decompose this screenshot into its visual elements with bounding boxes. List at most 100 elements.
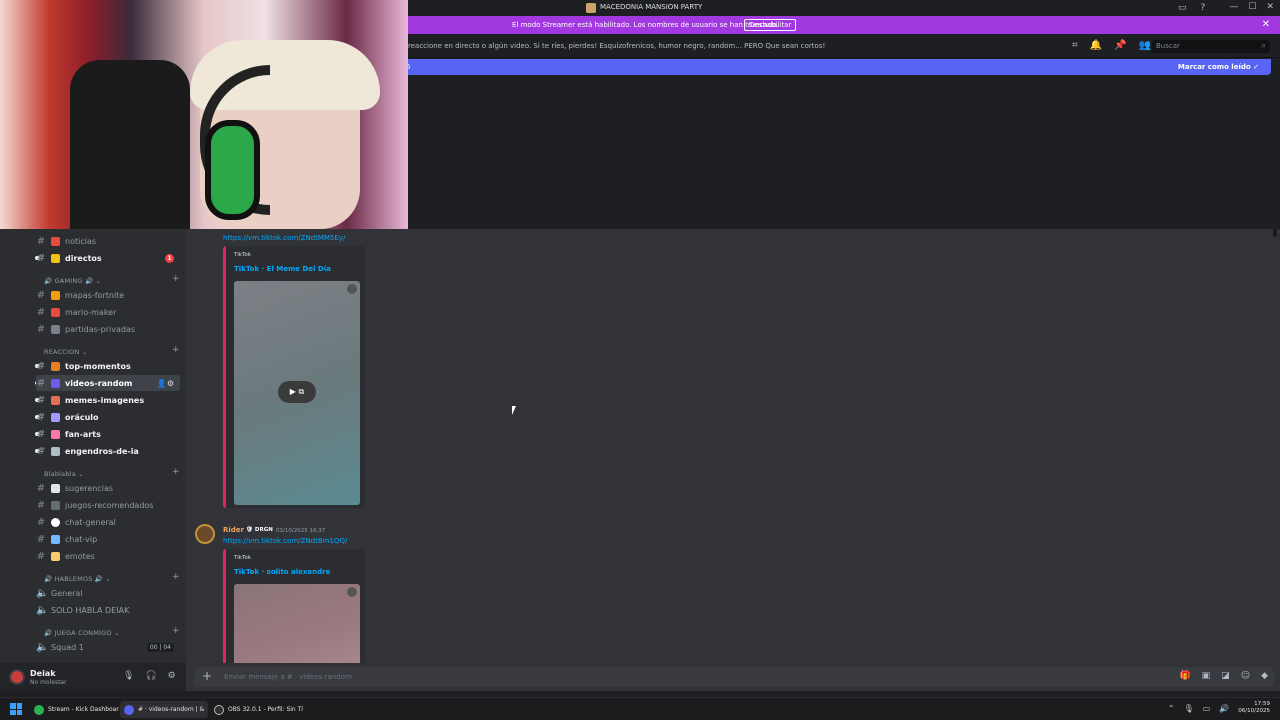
message-link[interactable]: https://vm.tiktok.com/ZNdtMM5Ey/ [223, 234, 345, 242]
mark-as-read-button[interactable]: Marcar como leído ✓ [1178, 63, 1259, 71]
hash-icon: # [36, 411, 46, 423]
channel-sidebar: # noticias # directos 1 🔊 GAMING 🔊 ⌄ + #… [0, 229, 186, 663]
fire-icon [51, 361, 60, 371]
channel-fan-arts[interactable]: # fan-arts [36, 426, 180, 442]
gear-icon[interactable]: ⚙ [168, 671, 176, 681]
taskbar-app-discord[interactable]: # · videos-random | & [120, 701, 209, 718]
pin-icon[interactable]: 📌 [1114, 40, 1126, 51]
hash-icon: # [36, 533, 46, 545]
minimize-button[interactable]: — [1229, 2, 1238, 12]
maximize-button[interactable]: ☐ [1248, 2, 1256, 12]
headset-earcup [205, 120, 260, 220]
close-banner-icon[interactable]: ✕ [1262, 19, 1270, 30]
mouse-cursor-icon [512, 406, 516, 415]
channel-sugerencias[interactable]: # sugerencias [36, 480, 180, 496]
channel-directos[interactable]: # directos 1 [36, 250, 180, 266]
windows-start-icon[interactable] [10, 703, 22, 715]
channel-juegos-recomendados[interactable]: # juegos-recomendados [36, 497, 180, 513]
chevron-up-icon[interactable]: ⌃ [1168, 704, 1175, 713]
channel-mario-maker[interactable]: # mario-maker [36, 304, 180, 320]
channel-topic[interactable]: reaccione en directo o algún video. Si t… [408, 42, 825, 50]
avatar[interactable] [195, 524, 215, 544]
add-channel-icon[interactable]: + [172, 467, 180, 477]
play-button[interactable]: ▶ ⧉ [278, 381, 316, 403]
emoji-icon [51, 236, 60, 246]
taskbar-app-obs[interactable]: OBS 32.0.1 - Perfil: Sin Tí [210, 701, 307, 718]
category-hablemos[interactable]: 🔊 HABLEMOS 🔊 ⌄ [44, 575, 111, 583]
channel-chat-general[interactable]: # chat-general [36, 514, 180, 530]
volume-icon[interactable]: 🔊 [1219, 704, 1229, 713]
video-thumbnail[interactable] [234, 584, 360, 663]
hash-icon: # [36, 499, 46, 511]
channel-label: mapas-fortnite [65, 290, 125, 300]
add-channel-icon[interactable]: + [172, 345, 180, 355]
emoji-icon[interactable]: ☺ [1241, 671, 1250, 681]
username[interactable]: Deiak [30, 669, 56, 678]
message-input[interactable]: + Enviar mensaje a # · videos-random 🎁 ▣… [194, 667, 1274, 687]
gear-icon[interactable]: 👤⚙ [157, 379, 174, 388]
close-button[interactable]: ✕ [1266, 2, 1274, 12]
channel-engendros-de-ia[interactable]: # engendros-de-ia [36, 443, 180, 459]
external-link-icon[interactable] [347, 284, 357, 294]
add-channel-icon[interactable]: + [172, 626, 180, 636]
headphones-icon[interactable]: 🎧 [145, 671, 156, 681]
disable-streamer-button[interactable]: Deshabilitar [744, 19, 797, 31]
embed-title[interactable]: TikTok · El Meme Del Día [234, 265, 331, 273]
browser-icon [34, 704, 44, 715]
add-attachment-icon[interactable]: + [202, 669, 212, 683]
category-juega-conmigo[interactable]: 🔊 JUEGA CONMIGO ⌄ [44, 629, 120, 637]
clock[interactable]: 17:59 06/10/2025 [1238, 701, 1270, 715]
voice-channel-solo-habla-deiak[interactable]: 🔈 SOLO HABLA DEIAK [36, 602, 180, 618]
category-reaccion[interactable]: REACCION ⌄ [44, 348, 87, 356]
channel-partidas-privadas[interactable]: # partidas-privadas [36, 321, 180, 337]
members-icon[interactable]: 👥 [1139, 40, 1151, 51]
channel-oraculo[interactable]: # oráculo [36, 409, 180, 425]
clock-time: 17:59 [1254, 701, 1270, 707]
channel-memes-imagenes[interactable]: # memes-imagenes [36, 392, 180, 408]
help-icon[interactable]: ? [1201, 3, 1206, 13]
add-channel-icon[interactable]: + [172, 274, 180, 284]
category-blablabla[interactable]: Blablabla ⌄ [44, 470, 84, 478]
microphone-icon[interactable]: 🎙 [123, 671, 134, 681]
channel-emotes[interactable]: # emotes [36, 548, 180, 564]
hash-icon: # [36, 252, 46, 264]
embed-provider: TikTok [234, 555, 251, 561]
channel-top-momentos[interactable]: # top-momentos [36, 358, 180, 374]
channel-label: top-momentos [65, 361, 131, 371]
video-thumbnail[interactable]: ▶ ⧉ [234, 281, 360, 505]
message-author[interactable]: Rider [223, 526, 244, 534]
speaker-icon: 🔈 [36, 587, 49, 599]
hash-icon: # [36, 445, 46, 457]
user-panel: Deiak No molestar 🎙 🎧 ⚙ [0, 663, 186, 691]
gift-icon[interactable]: 🎁 [1179, 671, 1190, 681]
threads-icon[interactable]: ⌗ [1072, 40, 1078, 51]
embed-title[interactable]: TikTok · solito alexandre [234, 568, 330, 576]
gif-icon[interactable]: ▣ [1202, 671, 1211, 681]
hash-icon: # [36, 516, 46, 528]
chat-area: https://vm.tiktok.com/ZNdtMM5Ey/ TikTok … [186, 229, 1280, 663]
scrollbar[interactable] [1273, 229, 1277, 237]
category-gaming[interactable]: 🔊 GAMING 🔊 ⌄ [44, 277, 101, 285]
channel-mapas-fortnite[interactable]: # mapas-fortnite [36, 287, 180, 303]
network-icon[interactable]: ▭ [1203, 704, 1211, 713]
new-messages-bar[interactable]: 5 Marcar como leído ✓ [400, 59, 1271, 75]
channel-chat-vip[interactable]: # chat-vip [36, 531, 180, 547]
message-timestamp: 03/10/2025 16:37 [276, 528, 326, 534]
voice-channel-squad-1[interactable]: 🔈 Squad 1 00 | 04 [36, 639, 180, 655]
avatar[interactable] [9, 669, 25, 685]
voice-channel-general[interactable]: 🔈 General [36, 585, 180, 601]
bell-icon[interactable]: 🔔 [1090, 40, 1102, 51]
inbox-icon[interactable]: ▭ [1178, 3, 1187, 13]
message-link[interactable]: https://vm.tiktok.com/ZNdtBm1QQ/ [223, 537, 347, 545]
apps-icon[interactable]: ◆ [1261, 671, 1268, 681]
search-input[interactable]: Buscar ⌕ [1152, 40, 1270, 53]
microphone-icon[interactable]: 🎙 [1184, 704, 1194, 713]
channel-label: directos [65, 253, 102, 263]
sticker-icon[interactable]: ◪ [1221, 671, 1230, 681]
taskbar-app-browser[interactable]: Stream - Kick Dashboar [30, 701, 123, 718]
channel-videos-random[interactable]: # videos-random 👤⚙ [36, 375, 180, 391]
add-channel-icon[interactable]: + [172, 572, 180, 582]
channel-noticias[interactable]: # noticias [36, 233, 180, 249]
external-link-icon[interactable] [347, 587, 357, 597]
search-placeholder: Buscar [1156, 42, 1180, 50]
